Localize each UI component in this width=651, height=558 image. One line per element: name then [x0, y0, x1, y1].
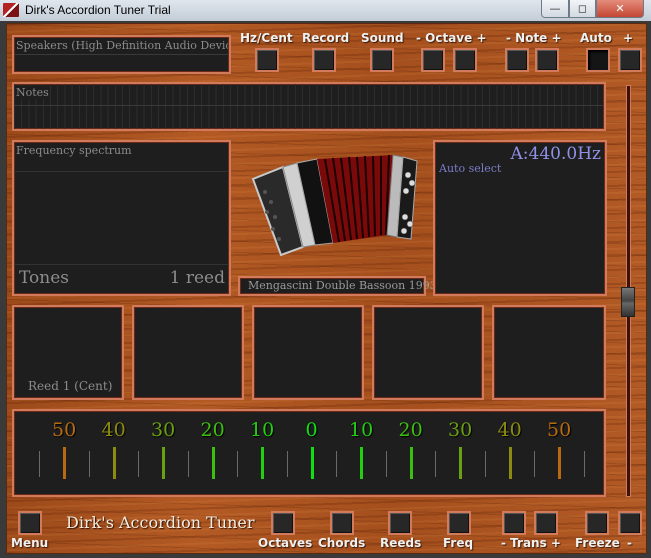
chords-button[interactable]: [330, 511, 354, 535]
sound-label: Sound: [361, 31, 404, 45]
reed-panel-3: [252, 305, 364, 400]
octave-up-button[interactable]: [453, 48, 477, 72]
frequency-spectrum-label: Frequency spectrum: [16, 144, 132, 157]
tuner-scale-label: 20: [200, 419, 225, 441]
tuner-major-tick: [508, 447, 512, 479]
freeze-button[interactable]: [585, 511, 609, 535]
sound-button[interactable]: [370, 48, 394, 72]
tuner-scale-label: 10: [250, 419, 275, 441]
window-title: Dirk's Accordion Tuner Trial: [25, 3, 171, 17]
tuner-major-tick: [409, 447, 413, 479]
tuner-minor-tick: [286, 451, 288, 477]
notes-panel: Notes: [12, 82, 606, 131]
hz-cent-label: Hz/Cent: [240, 31, 293, 45]
tuner-major-tick: [261, 447, 264, 479]
reed-panel-2: [132, 305, 244, 400]
auto-label: Auto: [580, 31, 612, 45]
notes-label: Notes: [16, 86, 49, 99]
tuner-major-tick: [211, 447, 215, 479]
tuner-scale-panel: 50 40 30 20 10 0 10 20 30 40 50: [12, 409, 606, 497]
tuner-scale-label: 30: [448, 419, 473, 441]
octave-down-button[interactable]: [421, 48, 445, 72]
tuner-major-tick: [112, 447, 116, 479]
maximize-button[interactable]: ◻: [569, 0, 596, 18]
minimize-button[interactable]: —: [541, 0, 569, 18]
octaves-button[interactable]: [271, 511, 295, 535]
octave-label: - Octave +: [416, 31, 487, 45]
tuner-minor-tick: [138, 451, 140, 477]
plus-button[interactable]: [618, 48, 642, 72]
tuner-scale-label: 40: [497, 419, 522, 441]
frequency-spectrum-panel: Frequency spectrum Tones 1 reed: [12, 140, 231, 296]
plus-label: +: [623, 31, 634, 45]
freeze-label: Freeze: [575, 536, 620, 550]
app-icon: [3, 3, 19, 17]
tuner-major-tick: [310, 447, 314, 479]
reference-pitch[interactable]: A:440.0Hz: [511, 144, 601, 164]
menu-label: Menu: [11, 536, 49, 550]
octaves-label: Octaves: [258, 536, 313, 550]
audio-device-selector[interactable]: Speakers (High Definition Audio Device) …: [12, 35, 231, 74]
tuner-minor-tick: [187, 451, 189, 477]
tuner-major-tick: [558, 447, 561, 479]
record-button[interactable]: [312, 48, 336, 72]
title-bar: Dirk's Accordion Tuner Trial — ◻ ✕: [0, 0, 651, 21]
audio-device-label: Speakers (High Definition Audio Device) …: [16, 39, 228, 52]
tuner-scale-label: 0: [305, 419, 318, 441]
tuner-minor-tick: [336, 451, 338, 477]
freq-label: Freq: [443, 536, 474, 550]
tuner-scale-label: 50: [547, 419, 572, 441]
reed-panel-1: Reed 1 (Cent): [12, 305, 124, 400]
pitch-panel: A:440.0Hz Auto select: [433, 140, 607, 296]
tuner-scale-label: 10: [349, 419, 374, 441]
tuner-minor-tick: [88, 451, 90, 477]
reeds-button[interactable]: [388, 511, 412, 535]
reed-panel-5: [492, 305, 606, 400]
freeze-minus-button[interactable]: [618, 511, 642, 535]
note-down-button[interactable]: [505, 48, 529, 72]
note-up-button[interactable]: [535, 48, 559, 72]
auto-select-label: Auto select: [439, 162, 502, 175]
volume-slider-thumb[interactable]: [621, 287, 635, 318]
tuner-minor-tick: [237, 451, 239, 477]
freq-button[interactable]: [447, 511, 471, 535]
auto-button[interactable]: [586, 48, 610, 72]
instrument-name: Mengascini Double Bassoon 1993: [248, 279, 437, 292]
menu-button[interactable]: [18, 511, 42, 535]
trans-up-button[interactable]: [534, 511, 558, 535]
tuner-minor-tick: [39, 451, 41, 477]
freeze-minus-label: -: [627, 536, 632, 550]
note-label: - Note +: [506, 31, 562, 45]
reed-panel-4: [372, 305, 484, 400]
tuner-major-tick: [63, 447, 66, 479]
tuner-minor-tick: [583, 451, 585, 477]
tuner-minor-tick: [435, 451, 437, 477]
app-name-label: Dirk's Accordion Tuner: [66, 513, 255, 532]
tuner-minor-tick: [385, 451, 387, 477]
reed-panel-1-label: Reed 1 (Cent): [28, 379, 113, 393]
hz-cent-button[interactable]: [255, 48, 279, 72]
trans-label: - Trans +: [501, 536, 561, 550]
close-button[interactable]: ✕: [596, 0, 644, 18]
accordion-image: [245, 147, 420, 262]
tuner-scale-label: 30: [151, 419, 176, 441]
tuner-scale-label: 40: [101, 419, 126, 441]
chords-label: Chords: [318, 536, 366, 550]
tuner-minor-tick: [534, 451, 536, 477]
tuner-scale-label: 20: [398, 419, 423, 441]
reed-count-label: 1 reed: [169, 268, 225, 288]
tuner-major-tick: [360, 447, 363, 479]
tones-label: Tones: [19, 268, 69, 288]
tuner-minor-tick: [484, 451, 486, 477]
record-label: Record: [302, 31, 350, 45]
tuner-major-tick: [459, 447, 462, 479]
trans-down-button[interactable]: [502, 511, 526, 535]
instrument-name-box: Mengascini Double Bassoon 1993: [238, 276, 437, 296]
tuner-scale-label: 50: [52, 419, 77, 441]
reeds-label: Reeds: [380, 536, 422, 550]
tuner-major-tick: [162, 447, 165, 479]
